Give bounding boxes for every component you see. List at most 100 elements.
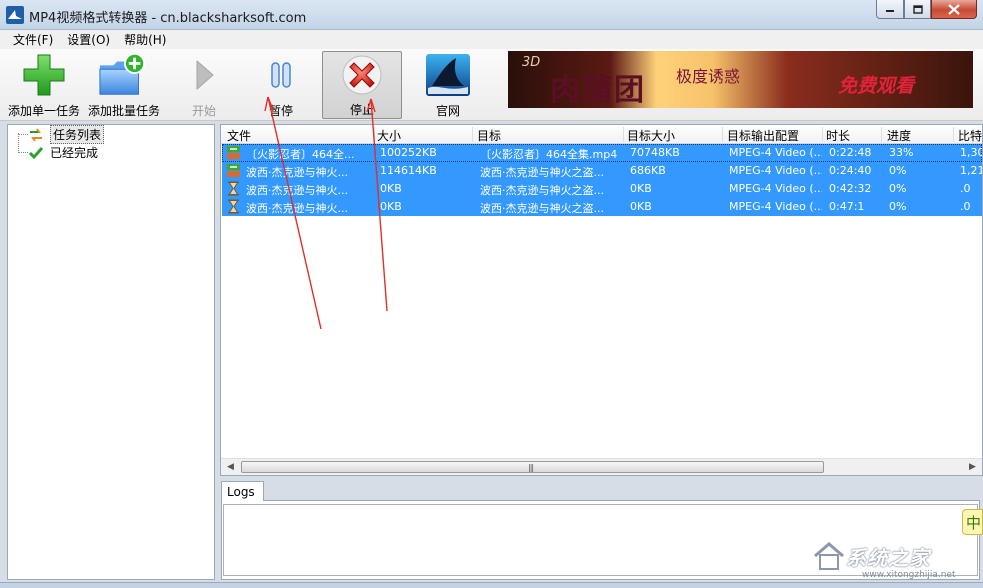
tree-item-task-list[interactable]: 任务列表 — [28, 125, 105, 144]
converting-icon — [227, 146, 240, 159]
banner-cta: 免费观看 — [838, 75, 915, 97]
folder-add-icon — [99, 52, 146, 95]
play-arrow-icon — [196, 60, 214, 90]
watermark-logo: 系统之家 www.xitongzhijia.net — [812, 540, 982, 584]
add-batch-task-label: 添加批量任务 — [87, 104, 160, 118]
shark-fin-icon — [426, 54, 470, 96]
red-x-stop-icon — [342, 55, 382, 95]
grip-icon: ||| — [528, 463, 534, 472]
tree-branch — [18, 152, 28, 153]
menu-bar: 文件(F) 设置(O) 帮助(H) — [0, 30, 983, 49]
cell-size: 114614KB — [380, 164, 437, 177]
add-batch-task-button[interactable]: 添加批量任务 — [86, 51, 162, 119]
close-icon — [948, 3, 960, 15]
window-title: MP4视频格式转换器 - cn.blacksharksoft.com — [29, 11, 307, 26]
cell-progress: 0% — [889, 200, 907, 213]
cell-bitrate: .0 — [960, 200, 971, 213]
column-header-progress[interactable]: 进度 — [887, 127, 911, 144]
cell-target: 波西·杰克逊与神火之盗... — [480, 202, 604, 215]
pause-icon — [271, 62, 291, 88]
cell-size: 100252KB — [380, 146, 437, 159]
menu-file[interactable]: 文件(F) — [6, 31, 60, 48]
task-tree-panel: 任务列表 已经完成 — [7, 124, 215, 580]
table-row[interactable]: 波西·杰克逊与神火... 114614KB 波西·杰克逊与神火之盗... 686… — [222, 162, 982, 180]
tree-connector — [18, 133, 28, 153]
cell-bitrate: .0 — [960, 182, 971, 195]
cell-size: 0KB — [380, 200, 402, 213]
pause-label: 暂停 — [268, 104, 293, 118]
cell-output-config: MPEG-4 Video (... — [729, 182, 822, 195]
cell-file: 波西·杰克逊与神火... — [246, 202, 348, 215]
cell-file: 波西·杰克逊与神火... — [246, 166, 348, 179]
scroll-left-arrow-icon[interactable]: ◀ — [227, 462, 234, 472]
cell-output-config: MPEG-4 Video (... — [729, 164, 822, 177]
banner-title: 肉蒲团 — [550, 73, 646, 108]
refresh-arrows-icon — [30, 127, 42, 142]
column-divider[interactable] — [374, 127, 375, 142]
banner-tag: 3D — [522, 55, 541, 70]
pause-button[interactable]: 暂停 — [256, 51, 306, 119]
cell-bitrate: 1,21 — [960, 164, 982, 177]
watermark-text: 系统之家 — [846, 546, 930, 570]
cell-target-size: 0KB — [630, 182, 652, 195]
cell-target-size: 0KB — [630, 200, 652, 213]
column-divider[interactable] — [881, 127, 882, 142]
tab-logs[interactable]: Logs — [221, 481, 264, 501]
green-plus-icon — [23, 54, 65, 96]
maximize-button[interactable] — [904, 0, 931, 19]
ime-indicator[interactable]: 中 — [962, 509, 983, 535]
cell-output-config: MPEG-4 Video (... — [729, 146, 822, 159]
scrollbar-thumb[interactable]: ||| — [241, 461, 824, 473]
cell-duration: 0:24:40 — [829, 164, 872, 177]
cell-duration: 0:42:32 — [829, 182, 872, 195]
column-divider[interactable] — [722, 127, 723, 142]
menu-help[interactable]: 帮助(H) — [117, 31, 173, 48]
column-header-size[interactable]: 大小 — [377, 127, 401, 144]
column-header-target-size[interactable]: 目标大小 — [627, 127, 675, 144]
column-header-output-config[interactable]: 目标输出配置 — [727, 127, 799, 144]
column-divider[interactable] — [472, 127, 473, 142]
column-header-target[interactable]: 目标 — [477, 127, 501, 144]
banner-subtitle: 极度诱惑 — [676, 67, 741, 86]
toolbar: 添加单一任务 添加批量任务 开始 暂停 停止 官网 3D 肉蒲团 极度诱惑 免费… — [0, 49, 983, 121]
table-row[interactable]: 波西·杰克逊与神火... 0KB 波西·杰克逊与神火之盗... 0KB MPEG… — [222, 198, 982, 216]
stop-button[interactable]: 停止 — [322, 51, 402, 119]
column-header-duration[interactable]: 时长 — [826, 127, 850, 144]
start-label: 开始 — [191, 104, 216, 118]
table-row[interactable]: 波西·杰克逊与神火... 0KB 波西·杰克逊与神火之盗... 0KB MPEG… — [222, 180, 982, 198]
advertisement-banner[interactable]: 3D 肉蒲团 极度诱惑 免费观看 — [508, 51, 973, 108]
tree-branch — [18, 134, 28, 135]
cell-progress: 33% — [889, 146, 914, 159]
column-divider[interactable] — [822, 127, 823, 142]
table-row[interactable]: 〔火影忍者〕464全... 100252KB 〔火影忍者〕464全集.mp4 7… — [222, 144, 982, 162]
cell-duration: 0:47:1 — [829, 200, 865, 213]
minimize-button[interactable] — [876, 0, 904, 19]
hourglass-icon — [228, 181, 239, 196]
start-button[interactable]: 开始 — [180, 51, 228, 119]
add-single-task-button[interactable]: 添加单一任务 — [8, 51, 80, 119]
column-divider[interactable] — [953, 127, 954, 142]
cell-output-config: MPEG-4 Video (... — [729, 200, 822, 213]
tree-item-label: 任务列表 — [50, 125, 105, 144]
menu-settings[interactable]: 设置(O) — [60, 31, 117, 48]
official-site-button[interactable]: 官网 — [420, 51, 476, 119]
scroll-right-arrow-icon[interactable]: ▶ — [969, 462, 976, 472]
hourglass-icon — [228, 199, 239, 214]
cell-target-size: 686KB — [630, 164, 666, 177]
horizontal-scrollbar[interactable]: ◀ ||| ▶ — [221, 458, 982, 475]
column-divider[interactable] — [623, 127, 624, 142]
cell-file: 波西·杰克逊与神火... — [246, 184, 348, 197]
add-single-task-label: 添加单一任务 — [8, 104, 81, 118]
cell-target-size: 70748KB — [630, 146, 680, 159]
close-button[interactable] — [931, 0, 977, 19]
tree-item-completed[interactable]: 已经完成 — [28, 144, 98, 161]
app-shark-icon — [6, 6, 24, 24]
cell-progress: 0% — [889, 182, 907, 195]
cell-size: 0KB — [380, 182, 402, 195]
checkmark-icon — [28, 146, 44, 159]
official-site-label: 官网 — [435, 104, 460, 118]
column-header-bitrate[interactable]: 比特 — [958, 127, 982, 144]
column-header-file[interactable]: 文件 — [227, 127, 251, 144]
watermark-url: www.xitongzhijia.net — [862, 570, 956, 580]
house-logo-icon — [814, 542, 844, 570]
